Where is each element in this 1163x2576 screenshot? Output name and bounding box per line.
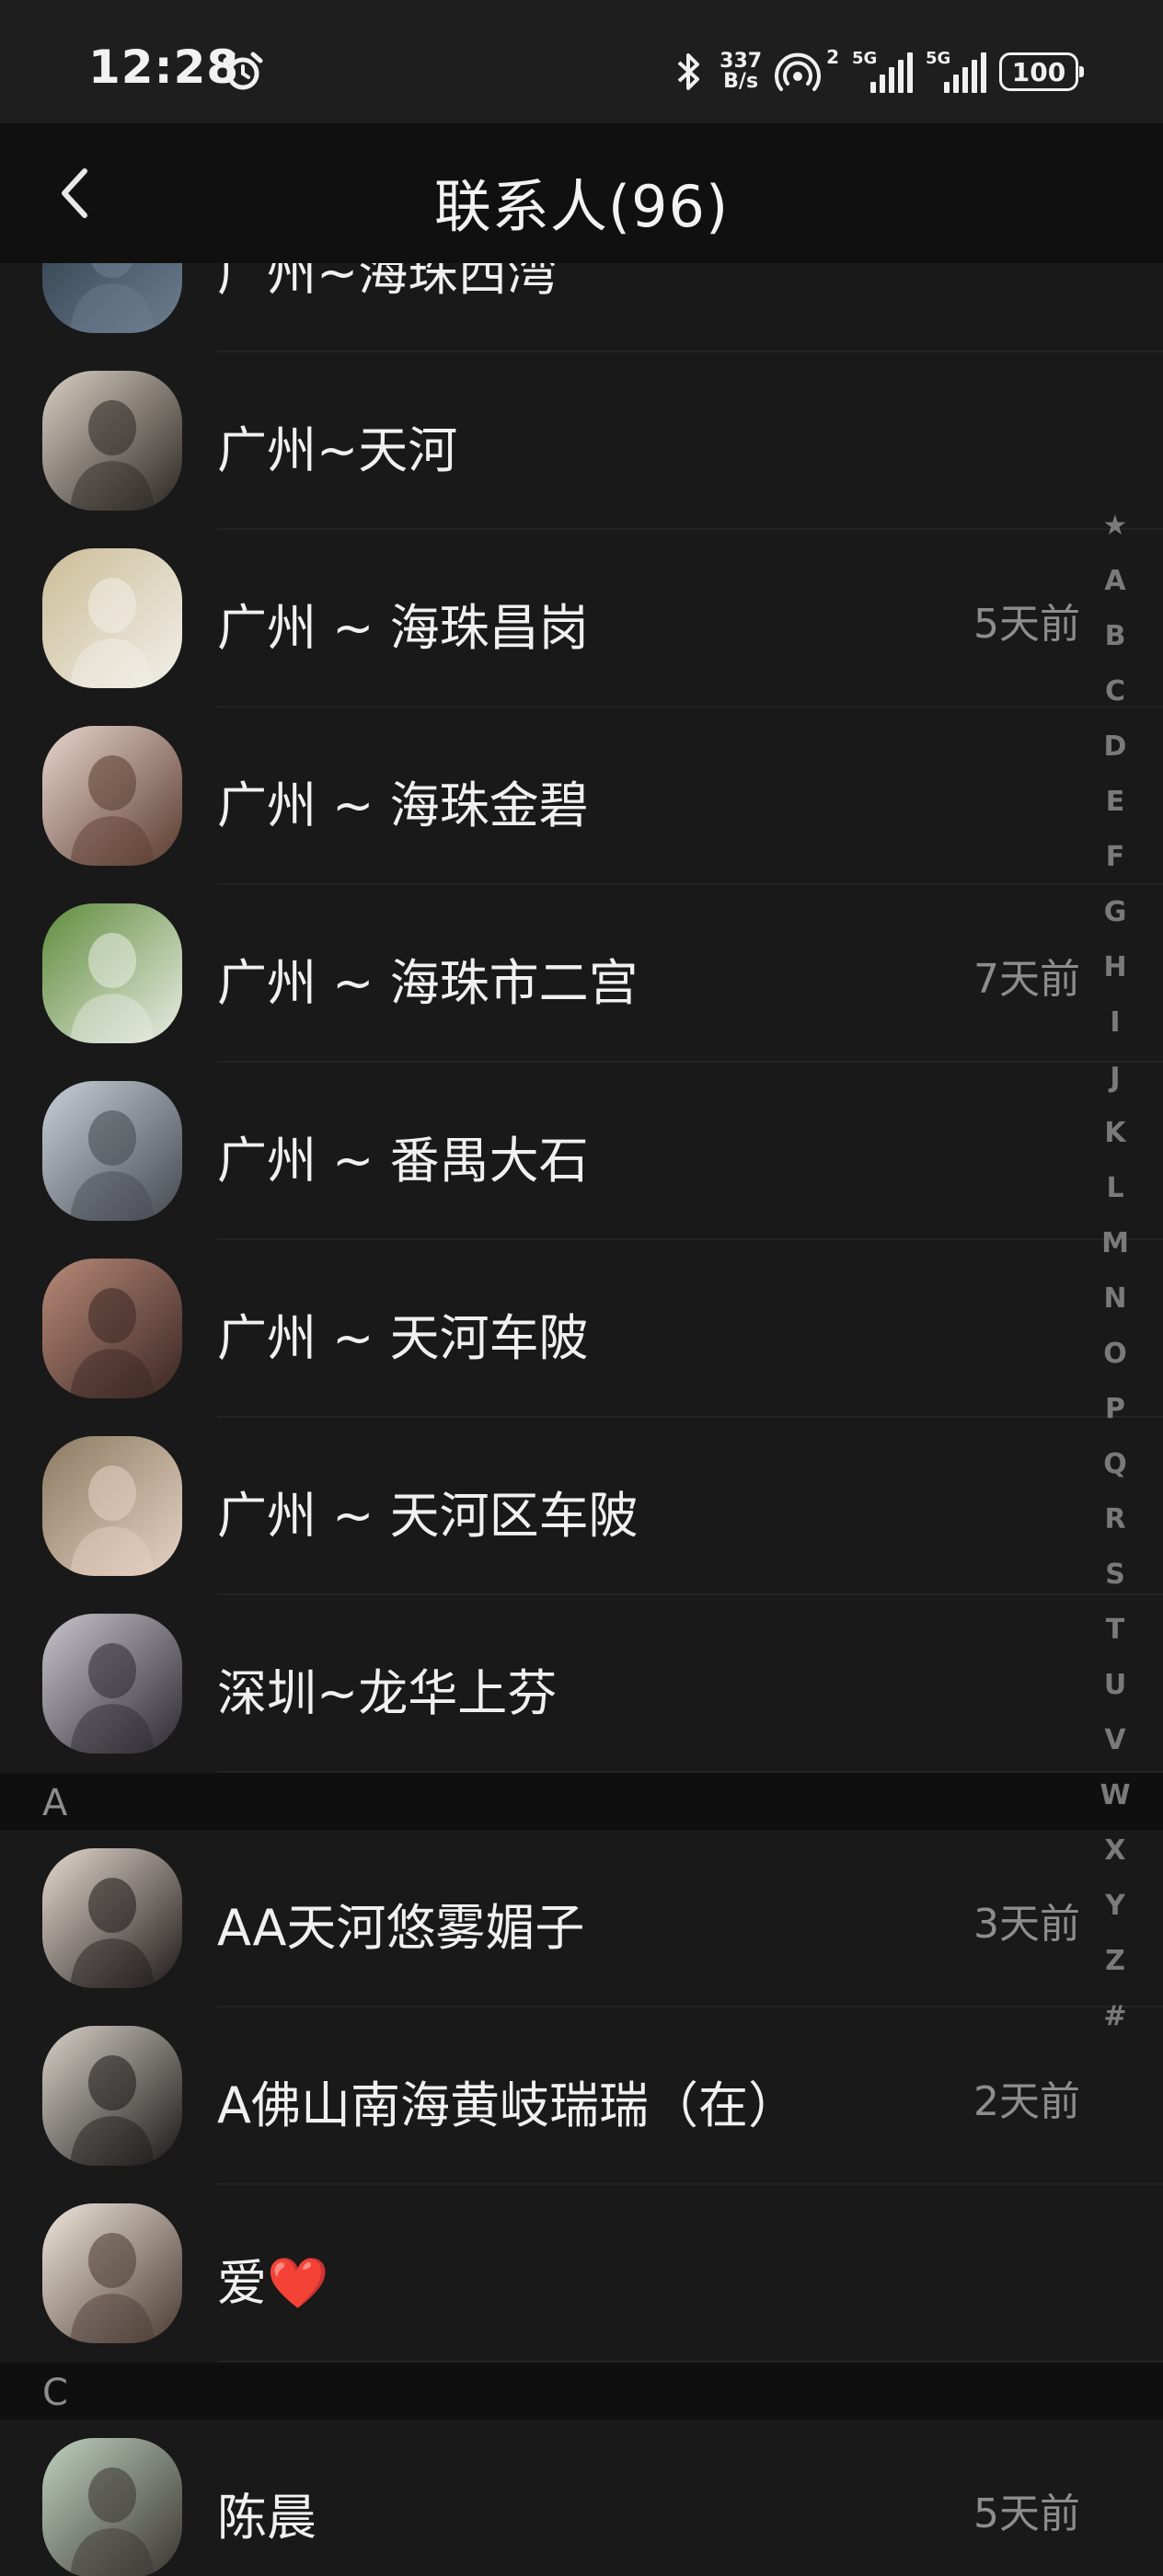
index-letter[interactable]: R	[1097, 1501, 1134, 1557]
contact-row[interactable]: 广州 ~ 海珠昌岗 5天前	[0, 530, 1163, 707]
contact-name: 广州 ~ 海珠市二宫	[217, 954, 639, 1012]
section-header: C	[0, 2363, 1163, 2420]
avatar[interactable]	[42, 2026, 182, 2166]
avatar[interactable]	[42, 2203, 182, 2343]
contact-row[interactable]: 爱❤️	[0, 2185, 1163, 2363]
index-letter[interactable]: C	[1097, 673, 1134, 729]
signal-strength-sim2: 5G	[926, 49, 986, 95]
avatar[interactable]	[42, 1081, 182, 1221]
hotspot-icon	[775, 52, 822, 91]
index-letter[interactable]: F	[1097, 839, 1134, 894]
index-letter[interactable]: I	[1097, 1005, 1134, 1060]
contact-row[interactable]: A佛山南海黄岐瑞瑞（在） 2天前	[0, 2007, 1163, 2185]
avatar[interactable]	[42, 371, 182, 511]
last-active-time: 2天前	[973, 2078, 1080, 2125]
contact-row[interactable]: 深圳~龙华上芬	[0, 1595, 1163, 1773]
contact-row[interactable]: 广州~海珠西湾	[0, 263, 1163, 352]
index-letter[interactable]: P	[1097, 1391, 1134, 1446]
network-speed-value: 337	[720, 50, 763, 73]
index-letter[interactable]: O	[1097, 1336, 1134, 1391]
index-letter[interactable]: B	[1097, 618, 1134, 673]
page-title: 联系人(96)	[433, 173, 730, 240]
hotspot-count: 2	[826, 46, 839, 68]
avatar[interactable]	[42, 2438, 182, 2576]
contact-name: 广州 ~ 海珠昌岗	[217, 599, 589, 657]
avatar[interactable]	[42, 1436, 182, 1576]
battery-level: 100	[1011, 56, 1066, 87]
index-letter[interactable]: A	[1097, 563, 1134, 618]
avatar[interactable]	[42, 726, 182, 866]
contact-row[interactable]: 广州 ~ 海珠市二宫 7天前	[0, 885, 1163, 1063]
index-letter[interactable]: T	[1097, 1612, 1134, 1667]
index-letter[interactable]: V	[1097, 1722, 1134, 1777]
avatar[interactable]	[42, 1614, 182, 1754]
index-letter[interactable]: K	[1097, 1115, 1134, 1170]
section-header: A	[0, 1773, 1163, 1830]
top-nav-bar: 联系人(96)	[0, 123, 1163, 263]
index-letter[interactable]: M	[1097, 1225, 1134, 1281]
index-letter[interactable]: L	[1097, 1170, 1134, 1225]
section-letter: C	[42, 2372, 68, 2414]
status-time: 12:28	[88, 40, 240, 94]
signal-bars-icon	[870, 52, 913, 93]
signal-bars-icon	[944, 52, 986, 93]
contact-name: 陈晨	[217, 2489, 317, 2547]
avatar[interactable]	[42, 1848, 182, 1988]
contact-row[interactable]: 广州 ~ 天河区车陂	[0, 1418, 1163, 1595]
contact-name: 爱❤️	[217, 2254, 329, 2312]
status-icons: 337 B/s 2 5G 5G 100	[672, 44, 1084, 99]
index-letter[interactable]: S	[1097, 1557, 1134, 1612]
contact-row[interactable]: AA天河悠雾媚子 3天前	[0, 1830, 1163, 2007]
index-letter[interactable]: Y	[1097, 1888, 1134, 1943]
alarm-clock-icon	[223, 52, 263, 90]
network-speed-unit: B/s	[723, 70, 759, 93]
network-speed: 337 B/s	[720, 52, 762, 92]
contact-name: 广州 ~ 海珠金碧	[217, 776, 589, 834]
contact-name: 广州~海珠西湾	[217, 263, 558, 302]
alphabet-index[interactable]: ★ A B C D E F G H I J K L M N O P Q R S T U V W X Y Z #	[1097, 508, 1134, 2053]
index-letter[interactable]: Z	[1097, 1943, 1134, 1998]
contact-name: 广州~天河	[217, 421, 458, 479]
index-letter[interactable]: H	[1097, 949, 1134, 1005]
avatar[interactable]	[42, 903, 182, 1043]
contact-row[interactable]: 广州 ~ 番禺大石	[0, 1063, 1163, 1240]
last-active-time: 7天前	[973, 956, 1080, 1003]
avatar[interactable]	[42, 1259, 182, 1398]
index-letter[interactable]: G	[1097, 894, 1134, 949]
contact-name: 广州 ~ 天河区车陂	[217, 1487, 639, 1545]
bluetooth-icon	[677, 53, 700, 90]
contact-name: A佛山南海黄岐瑞瑞（在）	[217, 2076, 798, 2134]
index-letter[interactable]: D	[1097, 729, 1134, 784]
index-letter[interactable]: U	[1097, 1667, 1134, 1722]
avatar[interactable]	[42, 548, 182, 688]
index-letter[interactable]: Q	[1097, 1446, 1134, 1501]
index-letter[interactable]: #	[1097, 1998, 1134, 2053]
index-letter[interactable]: W	[1097, 1777, 1134, 1833]
contact-name: AA天河悠雾媚子	[217, 1899, 585, 1957]
signal-strength-sim1: 5G	[852, 49, 913, 95]
last-active-time: 5天前	[973, 601, 1080, 648]
index-letter[interactable]: J	[1097, 1060, 1134, 1115]
index-letter[interactable]: ★	[1097, 508, 1134, 563]
status-bar: 12:28 337 B/s 2 5G 5G 100	[0, 0, 1163, 123]
section-letter: A	[42, 1782, 68, 1824]
battery-icon: 100	[999, 52, 1084, 91]
contact-row[interactable]: 广州~天河	[0, 352, 1163, 530]
contact-name: 广州 ~ 番禺大石	[217, 1132, 589, 1190]
avatar[interactable]	[42, 263, 182, 333]
index-letter[interactable]: X	[1097, 1833, 1134, 1888]
contact-list[interactable]: 广州~海珠西湾 广州~天河 广州 ~ 海珠昌岗 5天前 广州 ~ 海珠金碧 广州 ~ 海珠…	[0, 263, 1163, 2576]
index-letter[interactable]: N	[1097, 1281, 1134, 1336]
contact-row[interactable]: 广州 ~ 海珠金碧	[0, 707, 1163, 885]
contact-name: 广州 ~ 天河车陂	[217, 1309, 589, 1367]
last-active-time: 3天前	[973, 1901, 1080, 1948]
contact-name: 深圳~龙华上芬	[217, 1664, 558, 1722]
contact-row[interactable]: 广州 ~ 天河车陂	[0, 1240, 1163, 1418]
last-active-time: 5天前	[973, 2490, 1080, 2537]
contact-row[interactable]: 陈晨 5天前	[0, 2420, 1163, 2576]
index-letter[interactable]: E	[1097, 784, 1134, 839]
